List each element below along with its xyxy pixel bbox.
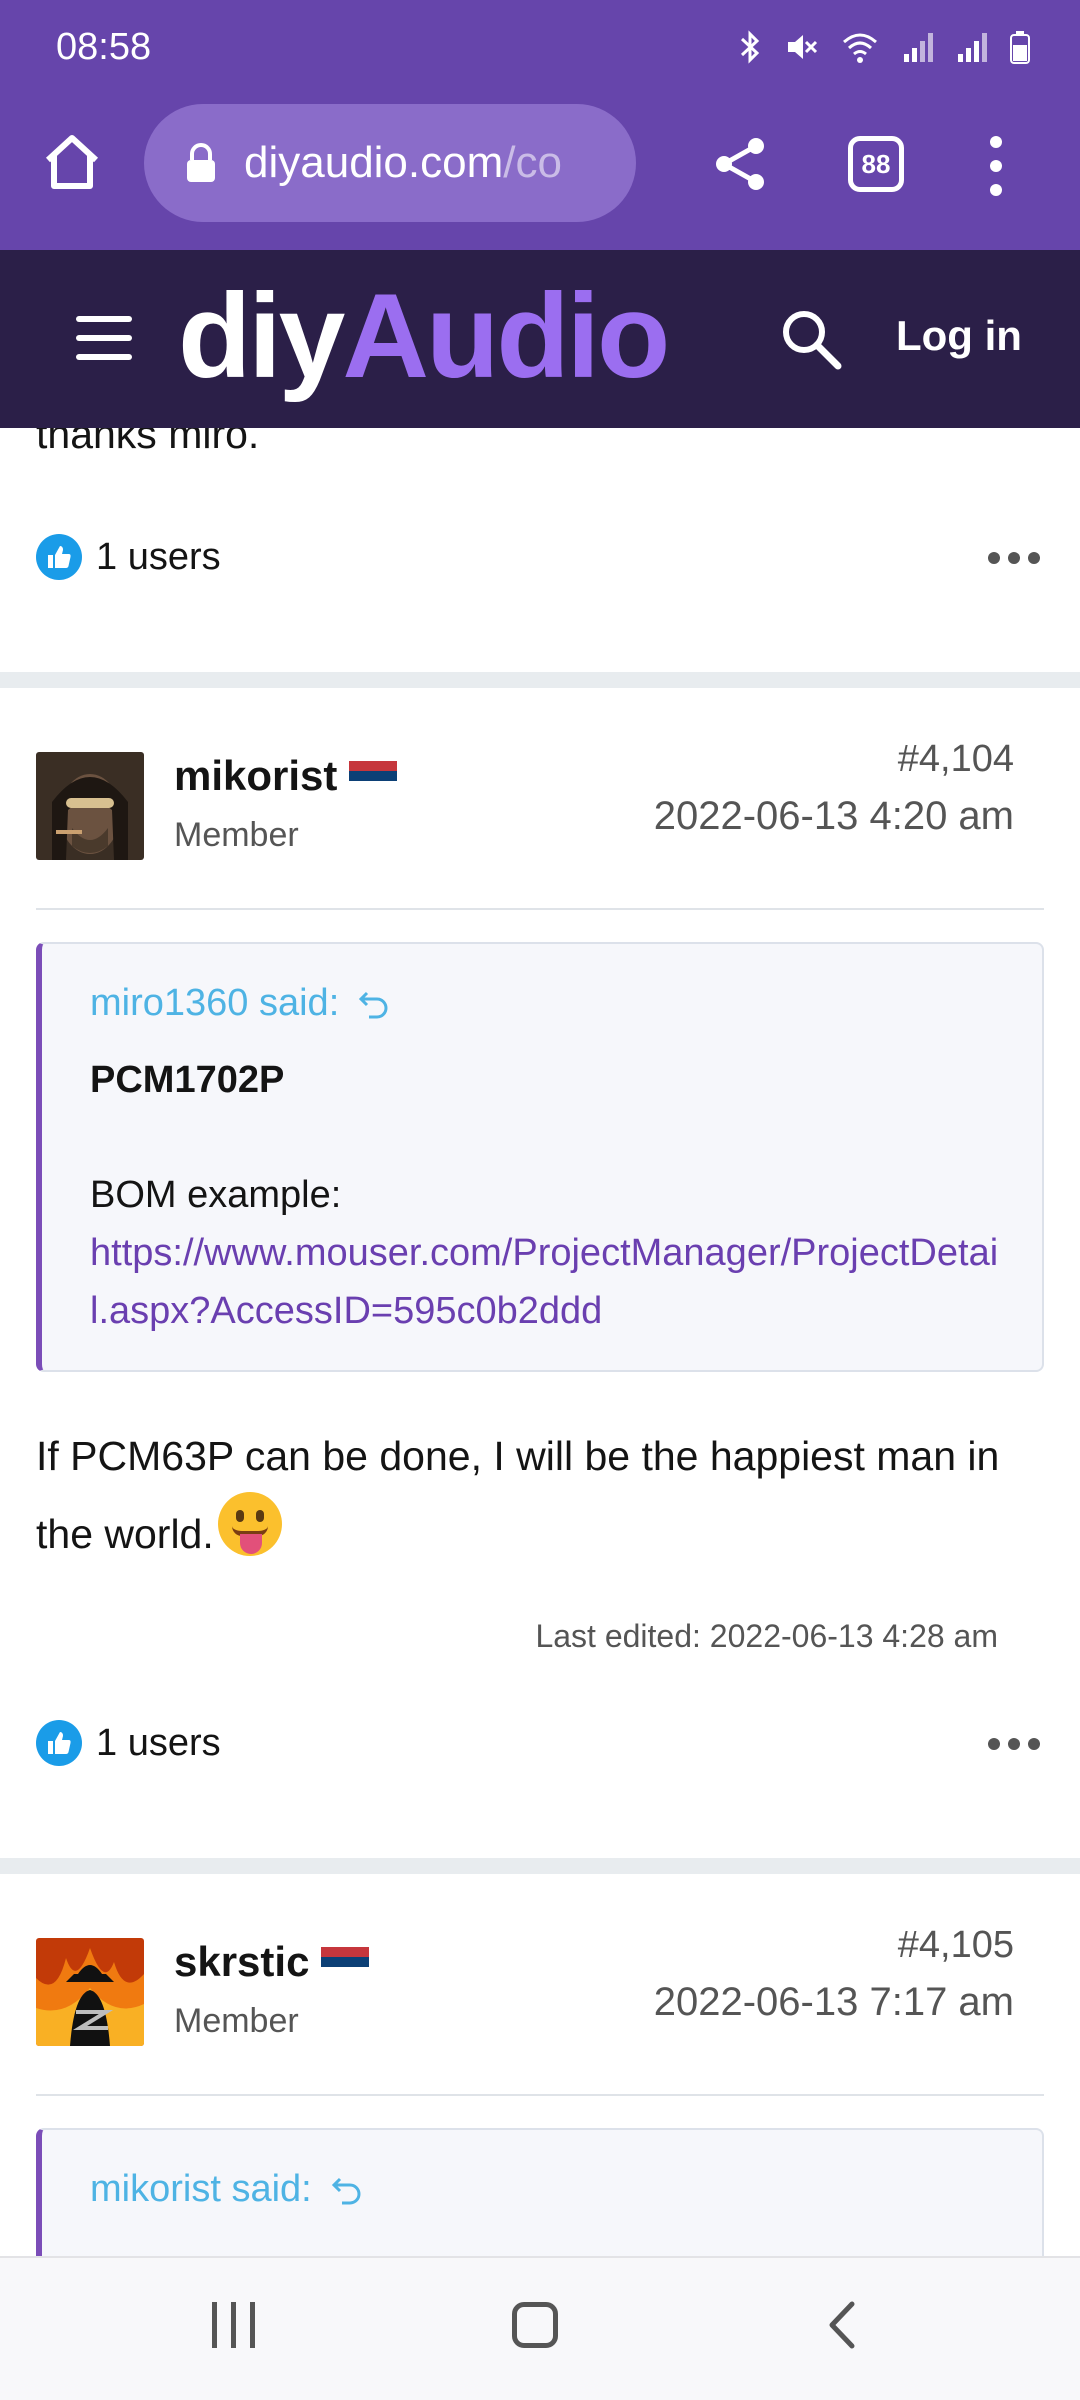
logo-audio: Audio bbox=[342, 269, 670, 403]
quote-title: PCM1702P bbox=[90, 1059, 285, 1101]
url-text[interactable]: diyaudio.com/co bbox=[244, 138, 562, 188]
tab-count: 88 bbox=[861, 148, 891, 179]
username[interactable]: mikorist bbox=[174, 752, 337, 800]
like-icon bbox=[36, 1720, 82, 1766]
reply-arrow-icon[interactable] bbox=[357, 987, 391, 1021]
post-separator bbox=[0, 1858, 1080, 1874]
post-date[interactable]: 2022-06-13 7:17 am bbox=[654, 1980, 1014, 2025]
quote-author[interactable]: mikorist said: bbox=[90, 2168, 312, 2211]
status-icons bbox=[738, 30, 1030, 64]
quote-block: miro1360 said: PCM1702P BOM example: htt… bbox=[36, 942, 1044, 1372]
bluetooth-icon bbox=[740, 30, 760, 64]
reply-arrow-icon[interactable] bbox=[330, 2173, 364, 2207]
post-body: If PCM63P can be done, I will be the hap… bbox=[36, 1420, 1056, 1570]
post-separator bbox=[0, 672, 1080, 688]
like-icon bbox=[36, 534, 82, 580]
quote-text: BOM example: bbox=[90, 1174, 342, 1216]
lock-icon bbox=[187, 143, 215, 182]
post-divider bbox=[36, 2094, 1044, 2096]
quote-attribution[interactable]: miro1360 said: bbox=[90, 982, 1002, 1025]
username[interactable]: skrstic bbox=[174, 1938, 309, 1986]
last-edited-text: Last edited: 2022-06-13 4:28 am bbox=[535, 1618, 998, 1654]
status-time: 08:58 bbox=[56, 26, 152, 68]
post-more-button[interactable] bbox=[988, 552, 1040, 564]
tab-switcher-button[interactable]: 88 bbox=[848, 136, 904, 192]
post-number[interactable]: #4,105 bbox=[898, 1924, 1014, 1967]
url-path: /co bbox=[503, 138, 562, 187]
share-icon[interactable] bbox=[710, 134, 770, 194]
signal-icon-1 bbox=[904, 33, 933, 62]
home-icon[interactable] bbox=[40, 130, 104, 194]
post-author: mikorist bbox=[174, 752, 398, 800]
post-date[interactable]: 2022-06-13 4:20 am bbox=[654, 794, 1014, 839]
reaction-count: 1 users bbox=[96, 535, 221, 578]
back-icon[interactable] bbox=[822, 2300, 862, 2350]
user-role: Member bbox=[174, 816, 299, 854]
url-domain: diyaudio.com bbox=[244, 138, 504, 187]
hamburger-menu-icon[interactable] bbox=[76, 316, 132, 360]
tongue-out-emoji-icon bbox=[217, 1492, 282, 1556]
home-nav-icon[interactable] bbox=[512, 2302, 558, 2348]
quote-attribution[interactable]: mikorist said: bbox=[90, 2168, 1002, 2211]
reaction-count: 1 users bbox=[96, 1721, 221, 1764]
avatar[interactable] bbox=[36, 752, 144, 860]
post-author: skrstic bbox=[174, 1938, 370, 1986]
post-divider bbox=[36, 908, 1044, 910]
serbia-flag-icon bbox=[349, 761, 398, 791]
system-nav-bar bbox=[0, 2256, 1080, 2400]
post-number[interactable]: #4,104 bbox=[898, 738, 1014, 781]
logo-diy: diy bbox=[178, 269, 345, 403]
address-bar[interactable]: diyaudio.com/co bbox=[144, 104, 636, 222]
quote-author[interactable]: miro1360 said: bbox=[90, 982, 339, 1025]
reaction-summary[interactable]: 1 users bbox=[36, 534, 221, 580]
site-logo[interactable]: diyAudio bbox=[178, 269, 670, 403]
mute-icon bbox=[788, 35, 818, 59]
quote-block: mikorist said: bbox=[36, 2128, 1044, 2256]
login-button[interactable]: Log in bbox=[896, 312, 1022, 360]
wifi-icon bbox=[843, 33, 877, 63]
recent-apps-icon[interactable] bbox=[212, 2302, 255, 2348]
site-header: diyAudio Log in bbox=[0, 250, 1080, 428]
reaction-summary[interactable]: 1 users bbox=[36, 1720, 221, 1766]
post-more-button[interactable] bbox=[988, 1738, 1040, 1750]
serbia-flag-icon bbox=[321, 1947, 370, 1977]
quote-link[interactable]: https://www.mouser.com/ProjectManager/Pr… bbox=[90, 1224, 1002, 1340]
previous-post-text: thanks miro. bbox=[36, 428, 260, 457]
post-body-text: If PCM63P can be done, I will be the hap… bbox=[36, 1433, 1000, 1557]
browser-chrome: 08:58 diyaudio.com/co 88 bbox=[0, 0, 1080, 250]
signal-icon-2 bbox=[958, 33, 987, 62]
more-vert-icon[interactable] bbox=[980, 134, 1012, 198]
thread-content: thanks miro. 1 users mikorist Member #4,… bbox=[0, 428, 1080, 2256]
avatar[interactable] bbox=[36, 1938, 144, 2046]
search-icon[interactable] bbox=[778, 306, 844, 372]
battery-icon bbox=[1010, 31, 1030, 64]
user-role: Member bbox=[174, 2002, 299, 2040]
